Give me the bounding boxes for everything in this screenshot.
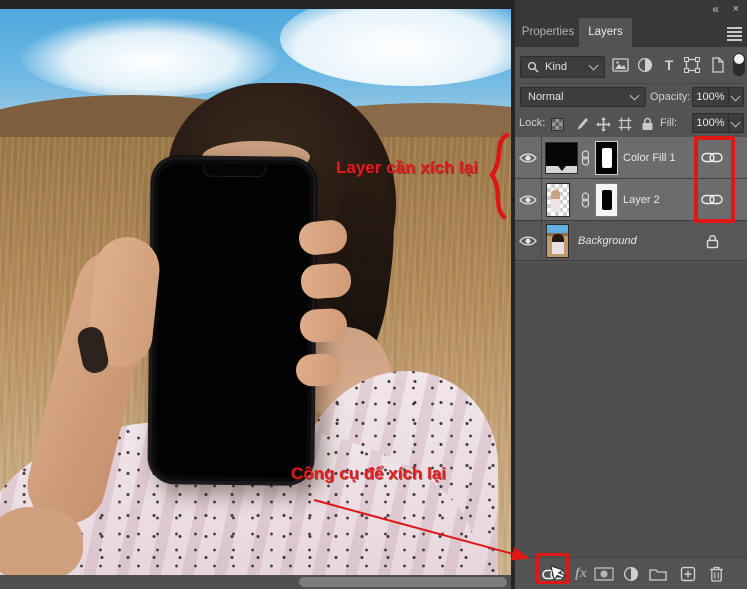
layer-style-button[interactable]: fx xyxy=(569,562,593,586)
photo-finger xyxy=(299,307,348,344)
add-layer-mask-button[interactable] xyxy=(592,562,616,586)
annotation-box-link-button xyxy=(536,553,569,584)
filter-kind-label: Kind xyxy=(545,61,568,73)
filter-toggle-knob xyxy=(734,54,744,64)
filter-toggle[interactable] xyxy=(733,53,745,76)
eye-icon[interactable] xyxy=(519,235,537,247)
panel-menu-icon[interactable] xyxy=(727,27,742,43)
layers-panel: « × Properties Layers Kind T Normal Opac… xyxy=(515,0,747,589)
chevron-down-icon xyxy=(730,91,741,102)
delete-layer-button[interactable] xyxy=(704,562,728,586)
blend-mode-value: Normal xyxy=(528,91,564,103)
adjustment-layer-icon xyxy=(623,566,639,582)
fill-label: Fill: xyxy=(660,117,678,129)
smart-object-filter-icon[interactable] xyxy=(707,55,727,75)
photo-phone xyxy=(148,156,317,485)
fx-icon: fx xyxy=(575,566,587,581)
lock-label: Lock: xyxy=(519,117,546,129)
layer-row-background[interactable]: Background xyxy=(515,221,747,261)
opacity-label: Opacity: xyxy=(650,91,691,103)
visibility-cell[interactable] xyxy=(515,179,542,220)
annotation-tool-label: Công cụ để xích lại xyxy=(291,464,446,483)
photo-image xyxy=(0,9,511,575)
fill-thumbnail-slider xyxy=(546,166,577,173)
lock-artboard-icon[interactable] xyxy=(616,115,634,133)
canvas-status-strip xyxy=(0,575,511,589)
horizontal-scrollbar[interactable] xyxy=(299,577,507,587)
visibility-cell[interactable] xyxy=(515,221,542,260)
new-layer-button[interactable] xyxy=(676,562,700,586)
lock-transparent-pixels-icon[interactable] xyxy=(548,115,566,133)
layers-empty-area[interactable] xyxy=(515,263,747,557)
annotation-layers-label: Layer cần xích lại xyxy=(336,158,478,177)
photo-finger xyxy=(299,262,353,300)
mask-phone-shape xyxy=(601,190,612,210)
document-canvas[interactable] xyxy=(0,0,511,589)
layer-mask-thumbnail[interactable] xyxy=(595,183,618,217)
fill-dropdown-button[interactable] xyxy=(729,113,744,133)
layer-mask-icon xyxy=(594,567,614,581)
fill-layer-thumbnail[interactable] xyxy=(545,142,578,174)
tab-properties[interactable]: Properties xyxy=(517,18,579,47)
shape-layer-filter-icon[interactable] xyxy=(682,55,702,75)
close-panel-icon[interactable]: × xyxy=(733,1,739,17)
tab-layers[interactable]: Layers xyxy=(579,18,632,47)
layer-locked-icon[interactable] xyxy=(706,234,719,249)
layer-mask-thumbnail[interactable] xyxy=(595,141,618,175)
lock-all-icon[interactable] xyxy=(638,115,656,133)
layer-filter-row: Kind T xyxy=(515,47,747,84)
phone-screen xyxy=(155,163,310,478)
opacity-value[interactable]: 100% xyxy=(692,87,729,107)
thumbnail-figure xyxy=(552,234,564,254)
pixel-layer-filter-icon[interactable] xyxy=(610,55,630,75)
type-layer-filter-icon[interactable]: T xyxy=(659,55,679,75)
panel-title-strip: « × xyxy=(515,0,747,18)
mask-link-icon[interactable] xyxy=(581,192,590,208)
folder-icon xyxy=(649,569,667,581)
lock-row: Lock: Fill: 100% xyxy=(515,110,747,137)
background-layer-thumbnail[interactable] xyxy=(546,224,569,258)
annotation-box-link-badges xyxy=(694,136,735,223)
fill-value[interactable]: 100% xyxy=(692,113,729,133)
filter-kind-select[interactable]: Kind xyxy=(520,56,605,78)
search-icon xyxy=(527,61,539,73)
phone-notch xyxy=(202,163,267,178)
panel-tab-bar: Properties Layers xyxy=(515,18,747,47)
thumbnail-figure xyxy=(551,190,560,212)
visibility-cell[interactable] xyxy=(515,137,542,178)
layer-name[interactable]: Layer 2 xyxy=(623,194,660,206)
adjustment-layer-filter-icon[interactable] xyxy=(635,55,655,75)
eye-icon[interactable] xyxy=(519,194,537,206)
blend-mode-select[interactable]: Normal xyxy=(520,87,646,107)
collapse-panel-icon[interactable]: « xyxy=(712,1,719,17)
trash-icon xyxy=(709,566,723,582)
lock-image-pixels-icon[interactable] xyxy=(572,115,590,133)
photo-arm xyxy=(0,507,83,575)
opacity-dropdown-button[interactable] xyxy=(729,87,744,107)
chevron-down-icon xyxy=(588,60,599,71)
new-adjustment-layer-button[interactable] xyxy=(619,562,643,586)
lock-position-icon[interactable] xyxy=(594,115,612,133)
layer-name[interactable]: Color Fill 1 xyxy=(623,152,676,164)
chevron-down-icon xyxy=(730,117,741,128)
mask-phone-shape xyxy=(601,148,612,168)
blend-mode-row: Normal Opacity: 100% xyxy=(515,84,747,110)
pixel-layer-thumbnail[interactable] xyxy=(546,183,570,217)
mask-link-icon[interactable] xyxy=(581,150,590,166)
photoshop-window: « × Properties Layers Kind T Normal Opac… xyxy=(0,0,747,589)
layer-name[interactable]: Background xyxy=(578,235,637,247)
eye-icon[interactable] xyxy=(519,152,537,164)
photo-finger xyxy=(295,353,341,387)
new-layer-icon xyxy=(680,566,696,582)
chevron-down-icon xyxy=(629,90,640,101)
new-group-button[interactable] xyxy=(646,562,670,586)
